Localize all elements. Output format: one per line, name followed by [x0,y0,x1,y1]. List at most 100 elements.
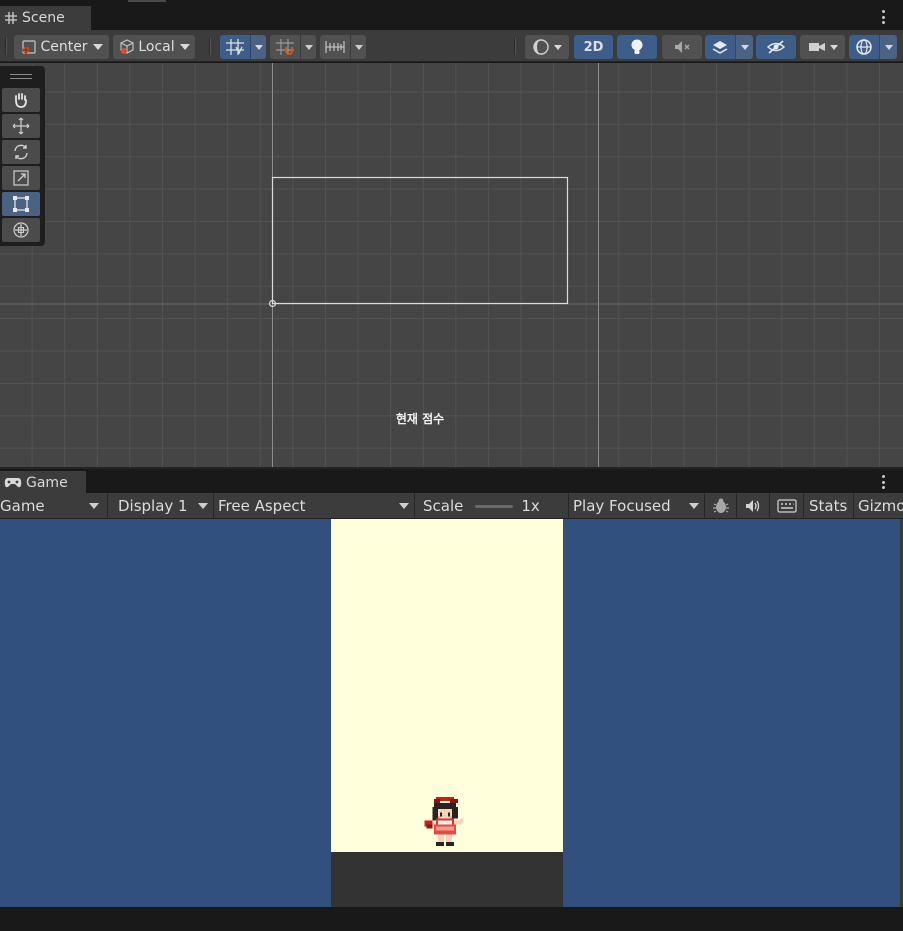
ruler-snap-toggle[interactable] [320,35,366,59]
scene-viewport[interactable] [0,63,903,467]
eye-hidden-icon [766,40,786,54]
game-tab-bar: Game [0,467,903,495]
tool-palette-overlay [0,66,45,246]
player-character-sprite [424,797,464,847]
chevron-down-icon[interactable] [250,35,266,59]
aspect-select-value: Free Aspect [218,497,306,515]
mute-audio-button[interactable] [737,493,770,519]
chevron-down-icon[interactable] [300,35,316,59]
game-toolbar: Game Display 1 Free Aspect Scale 1x Play… [0,493,903,519]
view-select-value: Game [0,497,45,515]
transform-icon [13,222,29,238]
mode-2d-toggle[interactable]: 2D [574,35,613,59]
space-label: Local [138,39,175,55]
chevron-down-icon [399,503,409,509]
cube-icon [120,39,134,54]
palette-drag-handle[interactable] [10,74,32,79]
pivot-icon [22,40,37,54]
pivot-label: Center [40,39,88,55]
display-select-value: Display 1 [118,497,188,515]
stats-label: Stats [809,497,848,515]
bug-icon [712,498,729,513]
pivot-center-button[interactable]: Center [14,35,109,59]
scene-camera-button[interactable] [800,35,845,59]
tab-scene[interactable]: Scene [0,6,91,30]
chevron-down-icon[interactable] [735,35,753,59]
grid-icon [4,11,18,25]
rotate-icon [14,144,28,160]
chevron-down-icon [179,44,190,50]
chevron-down-icon[interactable] [879,35,897,59]
tab-scene-label: Scene [22,10,65,26]
increment-snap-toggle[interactable] [270,35,316,59]
play-mode-value: Play Focused [573,497,671,515]
scene-audio-toggle[interactable] [662,35,702,59]
lightbulb-icon [631,39,643,54]
game-panel-menu-icon[interactable] [881,475,885,489]
scale-slider[interactable] [475,504,514,508]
gizmos-toggle[interactable] [849,35,897,59]
aspect-select[interactable]: Free Aspect [214,493,415,519]
chevron-down-icon [554,44,562,50]
move-tool-button[interactable] [2,114,40,138]
chevron-down-icon [92,44,103,50]
magnet-grid-icon[interactable] [270,35,300,59]
frame-debugger-button[interactable] [705,493,737,519]
display-select[interactable]: Display 1 [108,493,214,519]
ruler-icon[interactable] [320,35,350,59]
chevron-down-icon[interactable] [350,35,366,59]
toolbar-grip [5,38,7,55]
transform-tool-button[interactable] [2,218,40,242]
tab-game-label: Game [26,475,68,491]
scene-lighting-toggle[interactable] [617,35,657,59]
move-arrows-icon [12,117,30,135]
mode-2d-label: 2D [583,39,604,55]
stats-button[interactable]: Stats [804,493,854,519]
scene-gizmos [0,63,903,467]
camera-icon [808,43,825,51]
gizmo-orbit-icon[interactable] [849,35,879,59]
rotate-tool-button[interactable] [2,140,40,164]
chevron-down-icon [829,44,838,50]
shortcuts-toggle-button[interactable] [770,493,804,519]
play-mode-select[interactable]: Play Focused [569,493,705,519]
toolbar-grip [514,38,516,55]
chevron-down-icon [89,503,99,509]
chevron-down-icon [198,503,208,509]
scene-panel-menu-icon[interactable] [881,10,885,24]
scene-visibility-toggle[interactable] [756,35,796,59]
speaker-icon [746,500,760,512]
scene-score-text[interactable]: 현재 점수 [360,410,480,427]
keyboard-icon [776,499,797,513]
grid-snap-icon[interactable] [220,35,250,59]
view-select[interactable]: Game [0,493,108,519]
rect-transform-gizmo[interactable] [271,176,569,305]
layers-effects-icon[interactable] [705,35,735,59]
gamepad-icon [4,476,22,490]
scale-control[interactable]: Scale 1x [415,493,569,519]
hand-tool-button[interactable] [2,88,40,112]
scale-icon [13,170,29,186]
scene-effects-toggle[interactable] [705,35,753,59]
shading-sphere-icon [533,39,549,55]
chevron-down-icon [689,503,699,509]
audio-muted-icon [675,41,690,53]
space-local-button[interactable]: Local [113,35,195,59]
gizmos-button[interactable]: Gizmos [854,493,903,519]
scale-tool-button[interactable] [2,166,40,190]
scene-toolbar: Center Local 2D [0,30,903,62]
game-ground [331,852,563,907]
rect-tool-button[interactable] [2,192,40,216]
status-bar [0,907,903,931]
scale-label: Scale [423,497,464,515]
draw-mode-button[interactable] [525,35,569,59]
hand-icon [15,93,27,108]
rect-transform-icon [13,196,29,212]
scale-value: 1x [521,497,540,515]
toolbar-grip [209,38,211,55]
tab-bar-edge [128,0,166,2]
grid-snapping-toggle[interactable] [220,35,266,59]
tab-game[interactable]: Game [0,471,86,495]
scene-tab-bar: Scene [0,0,903,30]
gizmos-label: Gizmos [858,497,903,515]
